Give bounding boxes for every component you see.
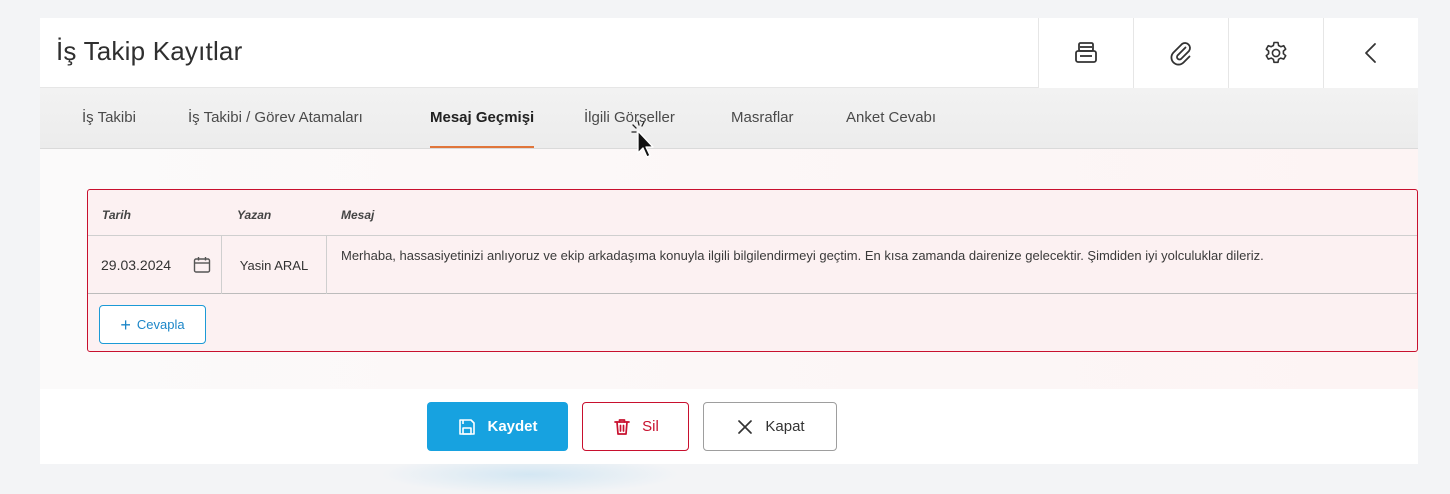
date-value: 29.03.2024 (101, 257, 172, 273)
save-button[interactable]: Kaydet (427, 402, 568, 451)
close-button-label: Kapat (765, 418, 805, 435)
delete-button[interactable]: Sil (582, 402, 689, 451)
reply-button[interactable]: + Cevapla (99, 305, 206, 344)
tab-mesaj-gecmisi[interactable]: Mesaj Geçmişi (430, 88, 535, 148)
gear-icon (1265, 41, 1287, 64)
page-header: İş Takip Kayıtlar (40, 18, 1418, 88)
column-header-author: Yazan (237, 208, 272, 222)
chevron-left-icon (1365, 43, 1376, 63)
settings-button[interactable] (1228, 18, 1323, 88)
close-icon (738, 419, 753, 434)
date-cell[interactable]: 29.03.2024 (88, 236, 222, 294)
delete-button-label: Sil (642, 418, 659, 435)
floppy-disk-icon (459, 418, 476, 435)
calendar-icon[interactable] (193, 256, 211, 274)
mouse-cursor-icon (631, 120, 654, 158)
printer-icon (1075, 42, 1097, 63)
page-title: İş Takip Kayıtlar (56, 36, 243, 66)
table-row: 29.03.2024 Yasin ARAL Merhaba, hassasiye… (88, 236, 1417, 294)
message-cell: Merhaba, hassasiyetinizi anlıyoruz ve ek… (341, 248, 1264, 263)
message-history-panel: Tarih Yazan Mesaj 29.03.2024 Yasin ARAL … (40, 149, 1418, 389)
tab-masraflar[interactable]: Masraflar (731, 88, 794, 148)
back-button[interactable] (1323, 18, 1418, 88)
save-button-label: Kaydet (487, 418, 538, 435)
attachment-button[interactable] (1133, 18, 1228, 88)
tab-gorev-atamalari[interactable]: İş Takibi / Görev Atamaları (188, 88, 363, 148)
message-grid: Tarih Yazan Mesaj 29.03.2024 Yasin ARAL … (87, 189, 1418, 352)
record-window: İş Takip Kayıtlar İş Takibi İş Takibi / … (40, 18, 1418, 464)
column-header-date: Tarih (102, 208, 131, 222)
plus-icon: + (120, 314, 131, 335)
reply-button-label: Cevapla (136, 317, 185, 332)
grid-header: Tarih Yazan Mesaj (88, 190, 1417, 236)
close-button[interactable]: Kapat (703, 402, 837, 451)
tab-is-takibi[interactable]: İş Takibi (82, 88, 136, 148)
author-cell: Yasin ARAL (222, 236, 327, 294)
header-toolbar (1038, 18, 1418, 88)
action-footer: Kaydet Sil Kapat (40, 389, 1418, 464)
trash-icon (614, 418, 631, 435)
paperclip-icon (1170, 42, 1191, 66)
tab-anket-cevabi[interactable]: Anket Cevabı (846, 88, 936, 148)
print-button[interactable] (1038, 18, 1133, 88)
column-header-message: Mesaj (341, 208, 375, 222)
tab-bar: İş Takibi İş Takibi / Görev Atamaları Me… (40, 88, 1418, 149)
